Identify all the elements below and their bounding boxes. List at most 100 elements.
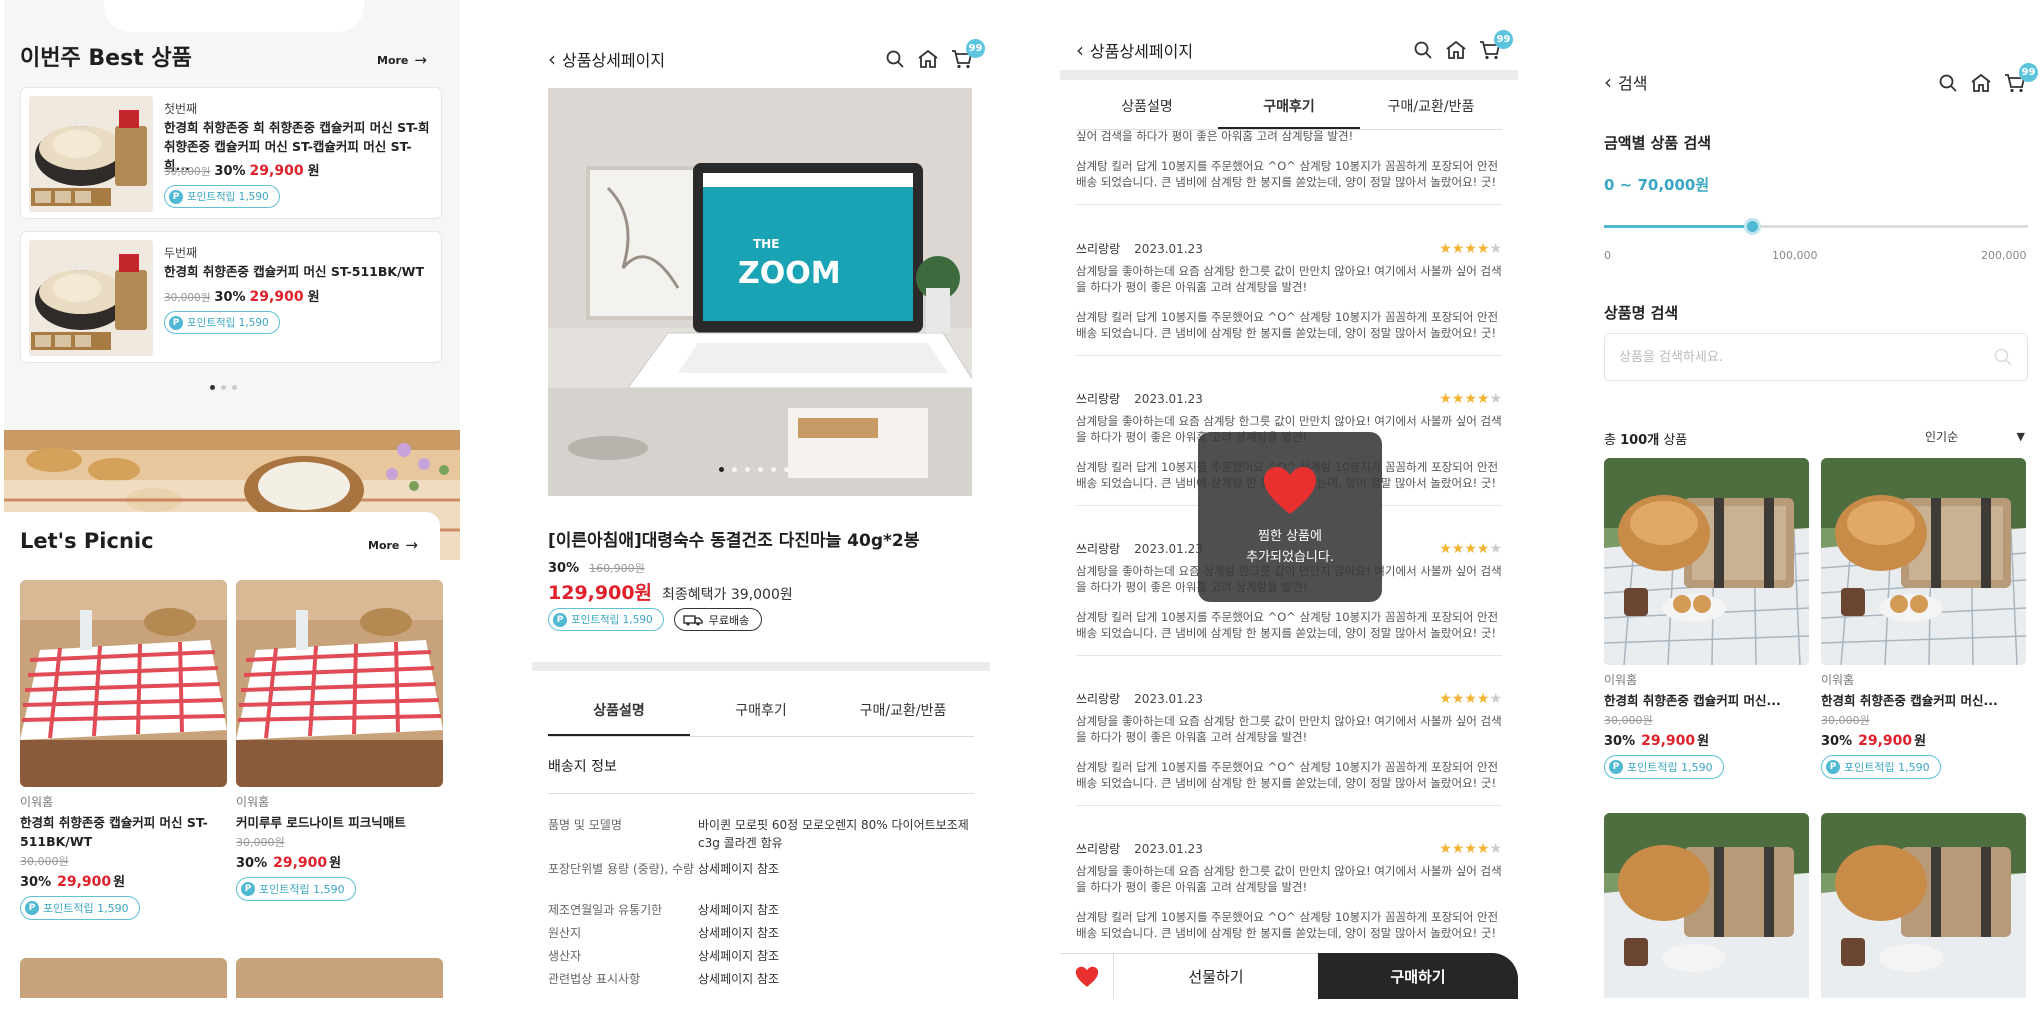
best-pagination — [210, 385, 237, 390]
star-empty: ★ — [1489, 840, 1502, 857]
cart-count-badge: 99 — [966, 39, 985, 58]
review-user: 쓰리랑랑 — [1076, 242, 1121, 256]
sale-price-group: 29,900 원 — [57, 871, 125, 890]
best-more-link[interactable]: More → — [377, 51, 427, 69]
review-text: 삼계탕을 좋아하는데 요즘 삼계탕 한그릇 값이 만만치 않아요! 여기에서 사… — [1076, 264, 1502, 294]
slider-handle[interactable] — [1744, 218, 1762, 235]
free-shipping-label: 무료배송 — [708, 613, 750, 627]
price-line: 30% 29,900 원 — [1604, 730, 1809, 749]
header-icons: 99 — [885, 39, 985, 69]
price-line: 30% 29,900 원 — [20, 871, 227, 890]
best-item-card[interactable]: 첫번째 한경희 취향존중 희 취향존중 캡슐커피 머신 ST-희 취향존중 캡슐… — [20, 87, 442, 219]
page-dot[interactable] — [719, 467, 724, 472]
tab-reviews[interactable]: 구매후기 — [1218, 96, 1360, 130]
back-icon[interactable]: ‹ — [1076, 38, 1084, 62]
page-dot[interactable] — [210, 385, 215, 390]
point-icon: P — [1609, 760, 1623, 774]
tab-reviews[interactable]: 구매후기 — [690, 700, 832, 738]
page-dot[interactable] — [745, 467, 750, 472]
original-price: 30,000원 — [164, 292, 211, 304]
point-badge: P 포인트적립 1,590 — [164, 311, 280, 334]
hero-pagination — [719, 467, 789, 472]
buy-button[interactable]: 구매하기 — [1318, 953, 1518, 999]
tab-exchange[interactable]: 구매/교환/반품 — [1360, 96, 1502, 130]
best-item-card[interactable]: 두번째 한경희 취향존중 캡슐커피 머신 ST-511BK/WT 30,000원… — [20, 231, 442, 363]
price-slider[interactable] — [1604, 218, 2028, 235]
back-icon[interactable]: ‹ — [548, 47, 556, 71]
product-image-partial — [1821, 813, 2026, 998]
search-icon[interactable] — [885, 49, 905, 69]
sale-price: 29,900 — [57, 874, 112, 890]
sale-price-group: 29,900 원 — [273, 852, 341, 871]
header-divider — [1060, 70, 1518, 80]
point-label: 포인트적립 1,590 — [187, 317, 269, 329]
point-label: 포인트적립 1,590 — [187, 191, 269, 203]
review-date: 2023.01.23 — [1134, 241, 1203, 256]
page-dot[interactable] — [784, 467, 789, 472]
page-dot[interactable] — [732, 467, 737, 472]
product-name: 한경희 취향존중 캡슐커피 머신... — [1821, 693, 1998, 708]
tab-description[interactable]: 상품설명 — [1076, 96, 1218, 130]
point-label: 포인트적립 1,590 — [1844, 761, 1930, 774]
back-icon[interactable]: ‹ — [1604, 70, 1612, 94]
point-label: 포인트적립 1,590 — [1627, 761, 1713, 774]
tab-description[interactable]: 상품설명 — [548, 700, 690, 738]
home-icon[interactable] — [1445, 40, 1467, 60]
heart-icon — [1075, 966, 1098, 987]
search-icon[interactable] — [1413, 40, 1433, 60]
svg-text:ZOOM: ZOOM — [738, 256, 841, 291]
page-title: 상품상세페이지 — [562, 51, 666, 70]
spec-key: 제조연월일과 유통기한 — [548, 903, 663, 917]
active-tab-indicator — [548, 734, 690, 736]
name-search-label: 상품명 검색 — [1604, 304, 1679, 322]
discount-pct: 30% — [1604, 734, 1636, 749]
arrow-right-icon: → — [405, 536, 418, 554]
page-dot[interactable] — [771, 467, 776, 472]
arrow-right-icon: → — [414, 51, 427, 69]
cart-icon[interactable]: 99 — [951, 39, 985, 69]
point-badge: P 포인트적립 1,590 — [236, 877, 356, 901]
point-label: 포인트적립 1,590 — [43, 902, 129, 915]
point-badge: P 포인트적립 1,590 — [548, 608, 664, 631]
picnic-title: Let's Picnic — [20, 529, 154, 553]
search-product-card[interactable]: 이워홈 한경희 취향존중 캡슐커피 머신... 30,000원 30% 29,9… — [1821, 458, 2026, 779]
sort-select[interactable]: 인기순 ▼ — [1925, 428, 2025, 445]
review-date: 2023.01.23 — [1134, 691, 1203, 706]
sale-price: 129,900원 — [548, 582, 653, 604]
gift-button[interactable]: 선물하기 — [1114, 953, 1318, 999]
spec-key: 포장단위별 용량 (중량), 수량 — [548, 862, 695, 876]
page-dot[interactable] — [758, 467, 763, 472]
search-input[interactable] — [1619, 349, 1993, 365]
won-unit: 원 — [1914, 734, 1927, 749]
sale-price-group: 29,900 원 — [1641, 730, 1709, 749]
star-rating: ★★★★★ — [1439, 241, 1502, 257]
header-icons: 99 — [1413, 30, 1513, 60]
picnic-product-card[interactable]: 이워홈 커미루루 로드나이트 피크닉매트 30,000원 30% 29,900 … — [236, 580, 443, 901]
final-price: 최종혜택가 39,000원 — [662, 587, 793, 603]
review-meta: 쓰리랑랑 2023.01.23 ★★★★★ — [1076, 390, 1502, 407]
search-icon[interactable] — [1938, 73, 1958, 93]
cart-icon[interactable]: 99 — [2004, 63, 2038, 93]
svg-text:THE: THE — [753, 237, 779, 251]
slider-tick: 0 — [1604, 249, 1611, 262]
product-image — [236, 580, 443, 787]
discount-pct: 30% — [214, 290, 246, 305]
price-line: 30,000원 30% 29,900 원 — [164, 286, 320, 305]
home-icon[interactable] — [1970, 73, 1992, 93]
tab-exchange[interactable]: 구매/교환/반품 — [832, 700, 974, 738]
picnic-product-card[interactable]: 이워홈 한경희 취향존중 캡슐커피 머신 ST-511BK/WT 30,000원… — [20, 580, 227, 920]
picnic-more-link[interactable]: More → — [368, 536, 418, 554]
cart-icon[interactable]: 99 — [1479, 30, 1513, 60]
won-unit: 원 — [329, 856, 342, 871]
star-rating: ★★★★★ — [1439, 541, 1502, 557]
page-dot[interactable] — [232, 385, 237, 390]
home-icon[interactable] — [917, 49, 939, 69]
original-price: 30,000원 — [1821, 714, 1870, 727]
section-heading: 배송지 정보 — [548, 759, 617, 775]
price-row: 129,900원 최종혜택가 39,000원 — [548, 578, 793, 605]
search-icon[interactable] — [1993, 347, 2013, 367]
search-product-card[interactable]: 이워홈 한경희 취향존중 캡슐커피 머신... 30,000원 30% 29,9… — [1604, 458, 1809, 779]
product-brand: 이워홈 — [1604, 673, 1638, 687]
page-dot[interactable] — [221, 385, 226, 390]
wishlist-button[interactable] — [1060, 953, 1114, 999]
